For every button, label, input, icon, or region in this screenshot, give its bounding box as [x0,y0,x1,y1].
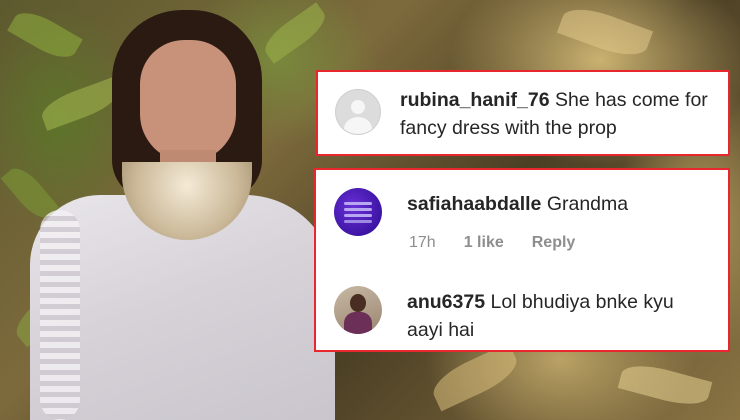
person-face [140,40,236,162]
avatar-body-shape [344,312,372,334]
avatar-body-shape [344,117,372,134]
photo-profile-avatar[interactable] [334,286,382,334]
avatar-scribble [344,202,372,205]
foliage-leaf [258,2,332,64]
comment-username[interactable]: anu6375 [407,291,485,313]
comment-time: 17h [409,234,436,251]
comment-username[interactable]: rubina_hanif_76 [400,89,550,111]
avatar-head-shape [350,294,366,312]
foliage-leaf [617,358,713,412]
foliage-leaf [7,4,83,66]
comment-text: Grandma [546,193,629,215]
saree-embroidery [40,210,80,420]
purple-profile-avatar[interactable] [334,188,382,236]
comment-body: rubina_hanif_76 She has come for fancy d… [400,86,720,142]
reply-button[interactable]: Reply [532,234,576,252]
comment-body: anu6375 Lol bhudiya bnke kyu aayi hai [407,288,707,344]
default-profile-icon[interactable] [335,89,381,135]
comment-body: safiahaabdalle Grandma [407,190,717,218]
comment-card: safiahaabdalle Grandma 17h 1 like Reply … [314,168,730,352]
like-count-link[interactable]: 1 like [464,234,504,252]
foliage-leaf [427,342,523,412]
avatar-head-shape [351,100,365,114]
comment-meta: 17h 1 like Reply [409,234,575,252]
foliage-leaf [556,0,654,64]
comment-username[interactable]: safiahaabdalle [407,193,541,215]
comment-card: rubina_hanif_76 She has come for fancy d… [316,70,730,156]
foliage-leaf [37,77,123,131]
